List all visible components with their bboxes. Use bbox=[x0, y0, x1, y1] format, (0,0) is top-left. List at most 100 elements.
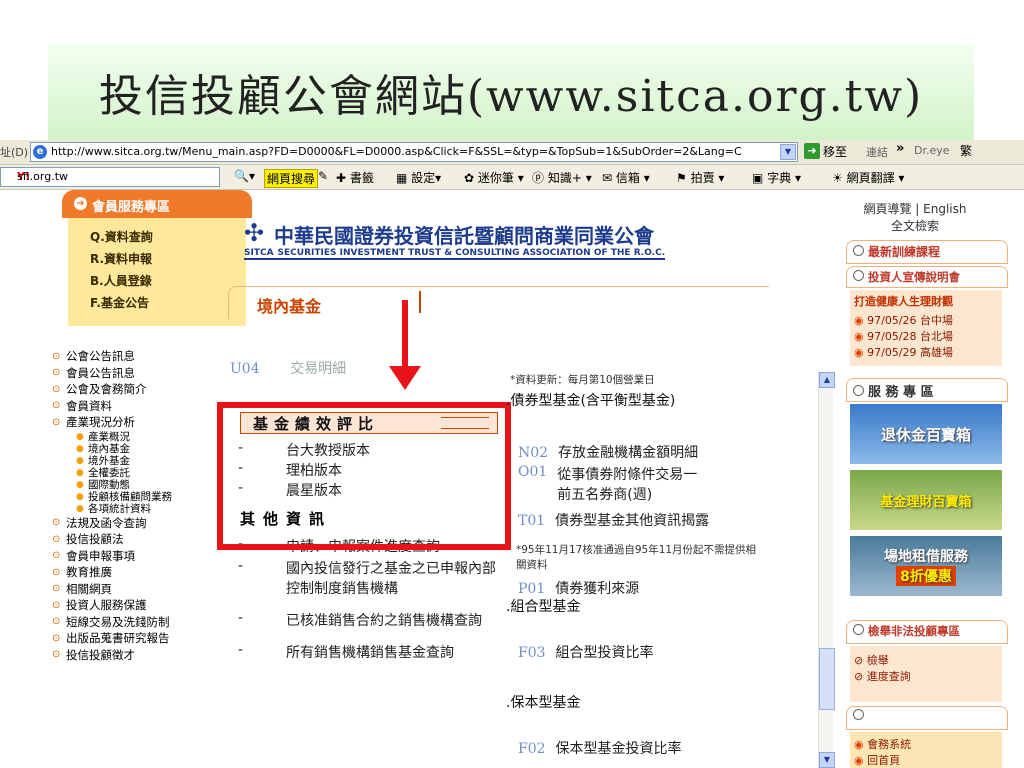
nav-sub-item[interactable]: ● 境內基金 bbox=[52, 443, 232, 455]
address-label: 址(D) bbox=[0, 146, 29, 159]
knowledge-button[interactable]: ⓟ 知識+ ▾ bbox=[532, 169, 592, 186]
section-tab: 境內基金 bbox=[228, 286, 769, 319]
nav-item[interactable]: ⊙ 投信投顧徵才 bbox=[52, 647, 232, 664]
address-url[interactable]: http://www.sitca.org.tw/Menu_main.asp?FD… bbox=[51, 145, 742, 158]
bullet-icon: ⊙ bbox=[52, 550, 61, 562]
venue-rental-banner[interactable]: 場地租借服務 8折優惠 bbox=[850, 536, 1002, 596]
nav-item[interactable]: ⊙ 法規及函令查詢 bbox=[52, 515, 232, 532]
promo-item: ◉ 97/05/26 台中場 bbox=[854, 314, 954, 327]
member-services-header: ➜ 會員服務專區 bbox=[62, 190, 252, 218]
other-item-internal-control[interactable]: - 國內投信發行之基金之已申報內部控制制度銷售機構 bbox=[238, 558, 500, 598]
nav-item[interactable]: ⊙ 會員公告訊息 bbox=[52, 365, 232, 382]
fund-treasure-banner[interactable]: 基金理財百寶箱 bbox=[850, 470, 1002, 530]
other-item-approved-contracts[interactable]: - 已核准銷售合約之銷售機構查詢 bbox=[238, 610, 500, 630]
report-link[interactable]: ⊘ 檢舉 bbox=[850, 646, 1002, 668]
dot-icon: ● bbox=[76, 467, 84, 478]
nav-item[interactable]: ⊙ 會員資料 bbox=[52, 398, 232, 415]
red-arrow-head-icon bbox=[389, 366, 421, 390]
scroll-up-icon[interactable]: ▲ bbox=[819, 372, 835, 388]
translate-button[interactable]: ☀ 網頁翻譯 ▾ bbox=[832, 169, 904, 186]
investor-promo-section[interactable]: 投資人宣傳說明會 bbox=[846, 266, 1008, 288]
nav-item[interactable]: ⊙ 短線交易及洗錢防制 bbox=[52, 614, 232, 631]
discontinued-note: *95年11月17核准通過自95年11月份起不需提供相關資料 bbox=[516, 544, 757, 571]
member-item-query[interactable]: Q.資料查詢 bbox=[90, 228, 153, 245]
member-item-fund-notice[interactable]: F.基金公告 bbox=[90, 294, 149, 311]
n02-link[interactable]: N02 存放金融機構金額明細 bbox=[518, 442, 698, 462]
go-button[interactable]: ➜ 移至 bbox=[804, 142, 847, 160]
nav-item[interactable]: ⊙ 出版品蒐書研究報告 bbox=[52, 630, 232, 647]
dreye-traditional-button[interactable]: 繁 bbox=[960, 142, 972, 159]
magnifier-icon[interactable]: 🔍▾ bbox=[234, 169, 255, 183]
address-field[interactable]: e http://www.sitca.org.tw/Menu_main.asp?… bbox=[30, 142, 798, 162]
f02-link[interactable]: F02 保本型基金投資比率 bbox=[518, 738, 682, 758]
scroll-down-icon[interactable]: ▼ bbox=[819, 752, 835, 768]
nav-item[interactable]: ⊙ 會員申報事項 bbox=[52, 548, 232, 565]
nav-item[interactable]: ⊙ 相關網頁 bbox=[52, 581, 232, 598]
pencil-icon[interactable]: ✎ bbox=[318, 169, 328, 183]
page-content: ➜ 會員服務專區 Q.資料查詢 R.資料申報 B.人員登錄 F.基金公告 ⊙ 公會… bbox=[0, 190, 1024, 768]
dictionary-button[interactable]: ▣ 字典 ▾ bbox=[752, 169, 801, 186]
links-button[interactable]: 連結 bbox=[866, 144, 888, 160]
auction-button[interactable]: ⚑ 拍賣 ▾ bbox=[676, 169, 724, 186]
bullet-icon: ⊙ bbox=[52, 583, 61, 595]
member-item-register[interactable]: B.人員登錄 bbox=[90, 272, 152, 289]
dot-icon: ● bbox=[76, 431, 84, 442]
address-bar: 址(D) e http://www.sitca.org.tw/Menu_main… bbox=[0, 140, 1024, 165]
o01-link[interactable]: O01 從事債券附條件交易一前五名券商(週) bbox=[518, 464, 707, 504]
toolbar-search-input[interactable]: Y! sfi.org.tw bbox=[0, 167, 220, 187]
logo-subtitle: SITCA SECURITIES INVESTMENT TRUST & CONSU… bbox=[244, 248, 666, 260]
p01-link[interactable]: P01 債券獲利來源 bbox=[518, 578, 639, 598]
red-arrow-icon bbox=[402, 300, 408, 370]
bullet-icon: ⊙ bbox=[52, 649, 61, 661]
nav-item[interactable]: ⊙ 公會及會務簡介 bbox=[52, 381, 232, 398]
bullet-icon: ⊙ bbox=[52, 416, 61, 428]
f03-link[interactable]: F03 組合型投資比率 bbox=[518, 642, 654, 662]
nav-sub-item[interactable]: ● 各項統計資料 bbox=[52, 503, 232, 515]
bookmarks-button[interactable]: ✚ 書籤 bbox=[336, 169, 374, 186]
ie-page-icon: e bbox=[33, 145, 47, 159]
nav-item[interactable]: ⊙ 公會公告訊息 bbox=[52, 348, 232, 365]
t01-link[interactable]: T01 債券型基金其他資訊揭露 bbox=[518, 510, 709, 530]
dreye-button[interactable]: Dr.eye bbox=[914, 144, 950, 157]
logo-title: 中華民國證券投資信託暨顧問商業同業公會 bbox=[274, 224, 654, 248]
notepad-button[interactable]: ✿ 迷你筆 ▾ bbox=[464, 169, 524, 186]
report-box: ⊘ 檢舉 ⊘ 進度查詢 bbox=[850, 646, 1002, 702]
bullet-icon: ⊙ bbox=[52, 533, 61, 545]
nav-item[interactable]: ⊙ 教育推廣 bbox=[52, 564, 232, 581]
member-system-link[interactable]: ◉ 會務系統 bbox=[850, 732, 1002, 752]
sitemap-english-links[interactable]: 網頁導覽 | English 全文檢索 bbox=[840, 200, 990, 234]
dot-icon: ● bbox=[76, 455, 84, 466]
bottom-box: ◉ 會務系統 ◉ 回首頁 bbox=[850, 732, 1002, 768]
section-divider bbox=[419, 291, 421, 313]
nav-item[interactable]: ⊙ 投信投顧法 bbox=[52, 531, 232, 548]
top-partial-row[interactable]: U04 交易明細 bbox=[230, 358, 346, 378]
logo-mark-text: SITCA bbox=[244, 248, 274, 258]
progress-link[interactable]: ⊘ 進度查詢 bbox=[850, 668, 1002, 684]
nav-item[interactable]: ⊙ 產業現況分析 bbox=[52, 414, 232, 431]
radio-circle-icon bbox=[853, 385, 864, 396]
settings-button[interactable]: ▦ 設定▾ bbox=[396, 169, 441, 186]
promo-title: 打造健康人生理財觀 bbox=[854, 295, 953, 308]
nav-item[interactable]: ⊙ 投資人服務保護 bbox=[52, 597, 232, 614]
content-scrollbar[interactable]: ▲ ▼ bbox=[818, 372, 835, 768]
nav-sub-item[interactable]: ● 產業概況 bbox=[52, 431, 232, 443]
sitca-logo[interactable]: ✣ 中華民國證券投資信託暨顧問商業同業公會 SITCA SECURITIES IN… bbox=[244, 220, 666, 270]
mail-button[interactable]: ✉ 信箱 ▾ bbox=[602, 169, 650, 186]
dot-icon: ● bbox=[76, 479, 84, 490]
member-item-report[interactable]: R.資料申報 bbox=[90, 250, 152, 267]
report-section[interactable]: 檢舉非法投顧專區 bbox=[846, 620, 1008, 644]
nav-sub-item[interactable]: ● 全權委託 bbox=[52, 467, 232, 479]
nav-sub-item[interactable]: ● 境外基金 bbox=[52, 455, 232, 467]
chevron-more-icon[interactable]: » bbox=[896, 141, 904, 156]
promo-box[interactable]: 打造健康人生理財觀 ◉ 97/05/26 台中場 ◉ 97/05/28 台北場 … bbox=[850, 290, 1002, 366]
go-label: 移至 bbox=[823, 144, 848, 159]
web-search-button[interactable]: 網頁搜尋 bbox=[264, 169, 319, 188]
address-dropdown-icon[interactable]: ▼ bbox=[780, 144, 796, 160]
radio-circle-icon bbox=[853, 709, 864, 720]
home-link[interactable]: ◉ 回首頁 bbox=[850, 752, 1002, 768]
radio-circle-icon bbox=[853, 270, 864, 281]
scroll-thumb[interactable] bbox=[819, 648, 835, 710]
other-item-all-sales[interactable]: - 所有銷售機構銷售基金查詢 bbox=[238, 642, 500, 662]
training-section[interactable]: 最新訓練課程 bbox=[846, 240, 1008, 264]
retirement-banner[interactable]: 退休金百寶箱 bbox=[850, 404, 1002, 464]
